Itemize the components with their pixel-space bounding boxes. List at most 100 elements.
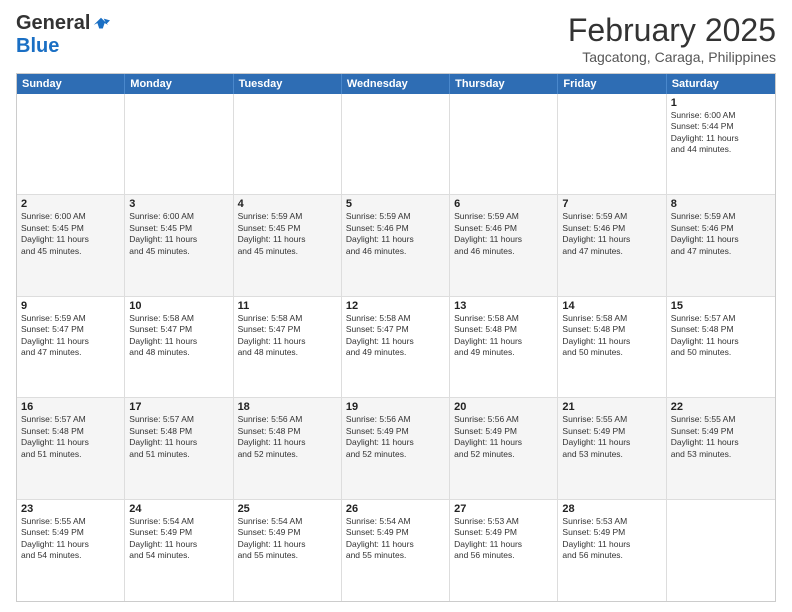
cell-day-number: 28 <box>562 503 661 515</box>
cell-day-number: 25 <box>238 503 337 515</box>
cell-daylight-info: Sunrise: 5:53 AM Sunset: 5:49 PM Dayligh… <box>454 516 553 562</box>
cell-day-number: 16 <box>21 401 120 413</box>
cell-daylight-info: Sunrise: 5:58 AM Sunset: 5:47 PM Dayligh… <box>129 313 228 359</box>
calendar-body: 1Sunrise: 6:00 AM Sunset: 5:44 PM Daylig… <box>17 94 775 601</box>
cell-daylight-info: Sunrise: 5:56 AM Sunset: 5:49 PM Dayligh… <box>346 414 445 460</box>
cell-day-number: 20 <box>454 401 553 413</box>
calendar-row-4: 23Sunrise: 5:55 AM Sunset: 5:49 PM Dayli… <box>17 500 775 601</box>
cell-day-number: 22 <box>671 401 771 413</box>
table-row: 28Sunrise: 5:53 AM Sunset: 5:49 PM Dayli… <box>558 500 666 601</box>
table-row: 8Sunrise: 5:59 AM Sunset: 5:46 PM Daylig… <box>667 195 775 295</box>
cell-daylight-info: Sunrise: 5:56 AM Sunset: 5:48 PM Dayligh… <box>238 414 337 460</box>
cell-day-number: 12 <box>346 300 445 312</box>
cell-day-number: 24 <box>129 503 228 515</box>
table-row: 25Sunrise: 5:54 AM Sunset: 5:49 PM Dayli… <box>234 500 342 601</box>
table-row: 2Sunrise: 6:00 AM Sunset: 5:45 PM Daylig… <box>17 195 125 295</box>
cell-day-number: 9 <box>21 300 120 312</box>
header-sunday: Sunday <box>17 74 125 94</box>
title-block: February 2025 Tagcatong, Caraga, Philipp… <box>568 12 776 65</box>
cell-day-number: 2 <box>21 198 120 210</box>
table-row: 16Sunrise: 5:57 AM Sunset: 5:48 PM Dayli… <box>17 398 125 498</box>
location-title: Tagcatong, Caraga, Philippines <box>568 49 776 65</box>
cell-daylight-info: Sunrise: 5:54 AM Sunset: 5:49 PM Dayligh… <box>346 516 445 562</box>
cell-day-number: 11 <box>238 300 337 312</box>
cell-daylight-info: Sunrise: 6:00 AM Sunset: 5:45 PM Dayligh… <box>129 211 228 257</box>
table-row: 6Sunrise: 5:59 AM Sunset: 5:46 PM Daylig… <box>450 195 558 295</box>
cell-day-number: 7 <box>562 198 661 210</box>
calendar: Sunday Monday Tuesday Wednesday Thursday… <box>16 73 776 602</box>
calendar-row-3: 16 Sunrise: 5:57 AM Sunset: 5:48 PM Dayli… <box>17 398 775 499</box>
table-row: 7Sunrise: 5:59 AM Sunset: 5:46 PM Daylig… <box>558 195 666 295</box>
table-row <box>558 94 666 194</box>
cell-daylight-info: Sunrise: 5:59 AM Sunset: 5:46 PM Dayligh… <box>671 211 771 257</box>
cell-day-number: 10 <box>129 300 228 312</box>
calendar-header: Sunday Monday Tuesday Wednesday Thursday… <box>17 74 775 94</box>
cell-daylight-info: Sunrise: 5:59 AM Sunset: 5:46 PM Dayligh… <box>346 211 445 257</box>
page-header: General Blue February 2025 Tagcatong, Ca… <box>16 12 776 65</box>
cell-daylight-info: Sunrise: 5:55 AM Sunset: 5:49 PM Dayligh… <box>21 516 120 562</box>
cell-day-number: 21 <box>562 401 661 413</box>
table-row: 27Sunrise: 5:53 AM Sunset: 5:49 PM Dayli… <box>450 500 558 601</box>
logo-general-text: General <box>16 12 90 35</box>
cell-daylight-info: Sunrise: 5:56 AM Sunset: 5:49 PM Dayligh… <box>454 414 553 460</box>
table-row: 14Sunrise: 5:58 AM Sunset: 5:48 PM Dayli… <box>558 297 666 397</box>
cell-day-number: 17 <box>129 401 228 413</box>
table-row: 19Sunrise: 5:56 AM Sunset: 5:49 PM Dayli… <box>342 398 450 498</box>
table-row: 18Sunrise: 5:56 AM Sunset: 5:48 PM Dayli… <box>234 398 342 498</box>
logo: General Blue <box>16 12 110 58</box>
table-row <box>667 500 775 601</box>
table-row: 4Sunrise: 5:59 AM Sunset: 5:45 PM Daylig… <box>234 195 342 295</box>
table-row: 10Sunrise: 5:58 AM Sunset: 5:47 PM Dayli… <box>125 297 233 397</box>
header-saturday: Saturday <box>667 74 775 94</box>
table-row: 22Sunrise: 5:55 AM Sunset: 5:49 PM Dayli… <box>667 398 775 498</box>
table-row: 15Sunrise: 5:57 AM Sunset: 5:48 PM Dayli… <box>667 297 775 397</box>
table-row: 3Sunrise: 6:00 AM Sunset: 5:45 PM Daylig… <box>125 195 233 295</box>
table-row: 23Sunrise: 5:55 AM Sunset: 5:49 PM Dayli… <box>17 500 125 601</box>
cell-daylight-info: Sunrise: 5:53 AM Sunset: 5:49 PM Dayligh… <box>562 516 661 562</box>
header-friday: Friday <box>558 74 666 94</box>
cell-daylight-info: Sunrise: 6:00 AM Sunset: 5:45 PM Dayligh… <box>21 211 120 257</box>
logo-bird-icon <box>92 15 110 33</box>
cell-daylight-info: Sunrise: 5:57 AM Sunset: 5:48 PM Dayligh… <box>129 414 228 460</box>
cell-day-number: 14 <box>562 300 661 312</box>
table-row: 12Sunrise: 5:58 AM Sunset: 5:47 PM Dayli… <box>342 297 450 397</box>
cell-day-number: 13 <box>454 300 553 312</box>
table-row <box>17 94 125 194</box>
cell-day-number: 19 <box>346 401 445 413</box>
cell-day-number: 6 <box>454 198 553 210</box>
cell-day-number: 3 <box>129 198 228 210</box>
calendar-row-2: 9Sunrise: 5:59 AM Sunset: 5:47 PM Daylig… <box>17 297 775 398</box>
table-row: 26Sunrise: 5:54 AM Sunset: 5:49 PM Dayli… <box>342 500 450 601</box>
cell-daylight-info: Sunrise: 5:54 AM Sunset: 5:49 PM Dayligh… <box>238 516 337 562</box>
table-row: 1Sunrise: 6:00 AM Sunset: 5:44 PM Daylig… <box>667 94 775 194</box>
table-row <box>450 94 558 194</box>
cell-daylight-info: Sunrise: 5:57 AM Sunset: 5:48 PM Dayligh… <box>671 313 771 359</box>
cell-daylight-info: Sunrise: 5:58 AM Sunset: 5:48 PM Dayligh… <box>562 313 661 359</box>
cell-day-number: 8 <box>671 198 771 210</box>
table-row: 21Sunrise: 5:55 AM Sunset: 5:49 PM Dayli… <box>558 398 666 498</box>
cell-daylight-info: Sunrise: 5:58 AM Sunset: 5:47 PM Dayligh… <box>238 313 337 359</box>
table-row: 24Sunrise: 5:54 AM Sunset: 5:49 PM Dayli… <box>125 500 233 601</box>
calendar-row-0: 1Sunrise: 6:00 AM Sunset: 5:44 PM Daylig… <box>17 94 775 195</box>
header-thursday: Thursday <box>450 74 558 94</box>
table-row: 9Sunrise: 5:59 AM Sunset: 5:47 PM Daylig… <box>17 297 125 397</box>
cell-daylight-info: Sunrise: 5:59 AM Sunset: 5:47 PM Dayligh… <box>21 313 120 359</box>
table-row: 20Sunrise: 5:56 AM Sunset: 5:49 PM Dayli… <box>450 398 558 498</box>
table-row: 13Sunrise: 5:58 AM Sunset: 5:48 PM Dayli… <box>450 297 558 397</box>
cell-daylight-info: Sunrise: 5:54 AM Sunset: 5:49 PM Dayligh… <box>129 516 228 562</box>
cell-day-number: 18 <box>238 401 337 413</box>
logo-blue-text: Blue <box>16 35 59 57</box>
cell-daylight-info: Sunrise: 6:00 AM Sunset: 5:44 PM Dayligh… <box>671 110 771 156</box>
table-row <box>234 94 342 194</box>
cell-daylight-info: Sunrise: 5:55 AM Sunset: 5:49 PM Dayligh… <box>562 414 661 460</box>
cell-daylight-info: Sunrise: 5:58 AM Sunset: 5:48 PM Dayligh… <box>454 313 553 359</box>
header-monday: Monday <box>125 74 233 94</box>
calendar-row-1: 2Sunrise: 6:00 AM Sunset: 5:45 PM Daylig… <box>17 195 775 296</box>
header-tuesday: Tuesday <box>234 74 342 94</box>
cell-daylight-info: Sunrise: 5:59 AM Sunset: 5:45 PM Dayligh… <box>238 211 337 257</box>
cell-day-number: 27 <box>454 503 553 515</box>
header-wednesday: Wednesday <box>342 74 450 94</box>
cell-daylight-info: Sunrise: 5:55 AM Sunset: 5:49 PM Dayligh… <box>671 414 771 460</box>
cell-daylight-info: Sunrise: 5:58 AM Sunset: 5:47 PM Dayligh… <box>346 313 445 359</box>
table-row <box>125 94 233 194</box>
